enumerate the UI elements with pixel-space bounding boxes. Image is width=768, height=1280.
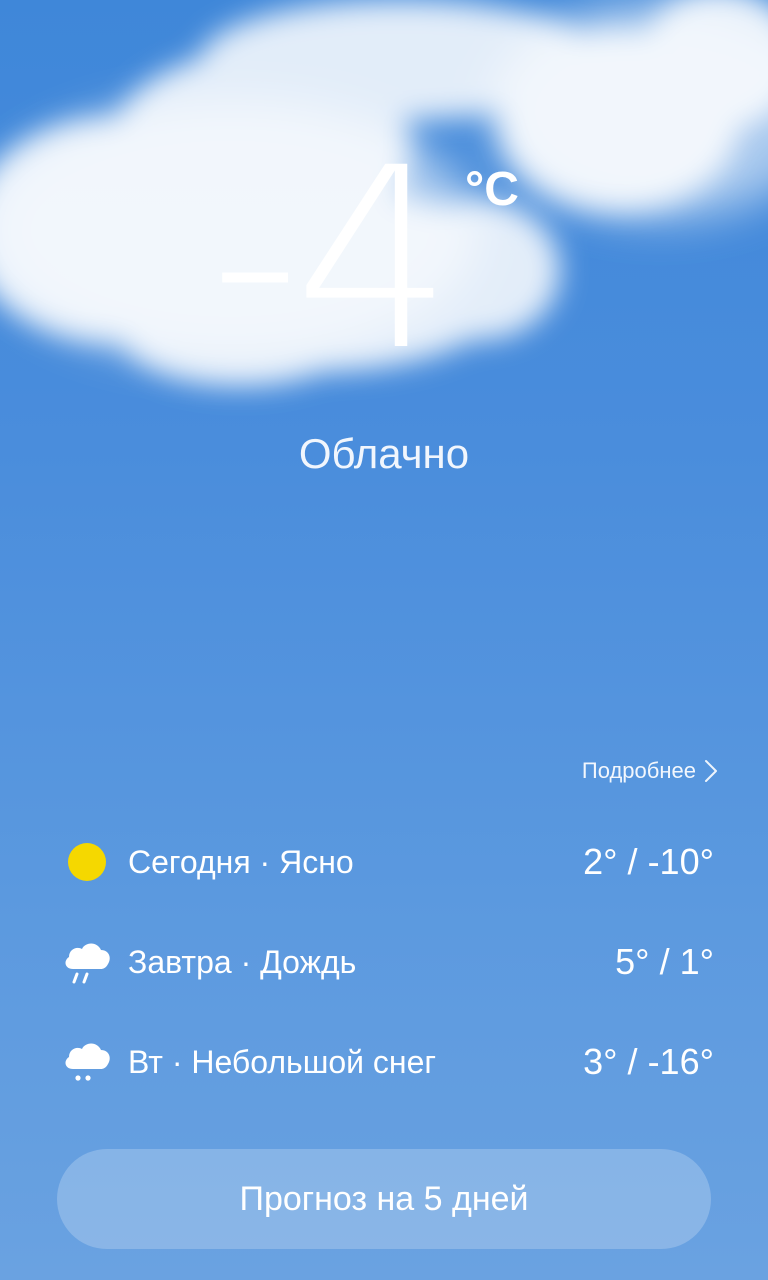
- snow-icon: [58, 1033, 116, 1091]
- chevron-right-icon: [704, 759, 718, 783]
- details-link-label: Подробнее: [581, 758, 696, 783]
- forecast-label: Завтра · Дождь: [128, 943, 357, 980]
- details-link[interactable]: Подробнее: [582, 756, 718, 786]
- rain-icon: [58, 933, 116, 991]
- forecast-range: 5° / 1°: [615, 941, 714, 982]
- forecast-row-tuesday[interactable]: Вт · Небольшой снег 3° / -16°: [58, 1012, 714, 1112]
- forecast-label: Вт · Небольшой снег: [128, 1043, 437, 1080]
- forecast-range: 3° / -16°: [583, 1041, 714, 1082]
- current-temperature-block: -4 °C: [0, 130, 768, 390]
- forecast-row-tomorrow[interactable]: Завтра · Дождь 5° / 1°: [58, 912, 714, 1012]
- forecast-list: Сегодня · Ясно 2° / -10° Завтра · Дождь …: [58, 812, 714, 1112]
- current-condition: Облачно: [298, 430, 470, 477]
- temperature-unit: °C: [465, 163, 519, 216]
- forecast-range: 2° / -10°: [583, 841, 714, 882]
- current-temperature: -4: [210, 114, 453, 405]
- forecast-row-today[interactable]: Сегодня · Ясно 2° / -10°: [58, 812, 714, 912]
- sun-icon: [58, 833, 116, 891]
- five-day-forecast-button[interactable]: Прогноз на 5 дней: [57, 1149, 711, 1249]
- forecast-label: Сегодня · Ясно: [128, 843, 354, 880]
- five-day-forecast-label: Прогноз на 5 дней: [239, 1179, 529, 1218]
